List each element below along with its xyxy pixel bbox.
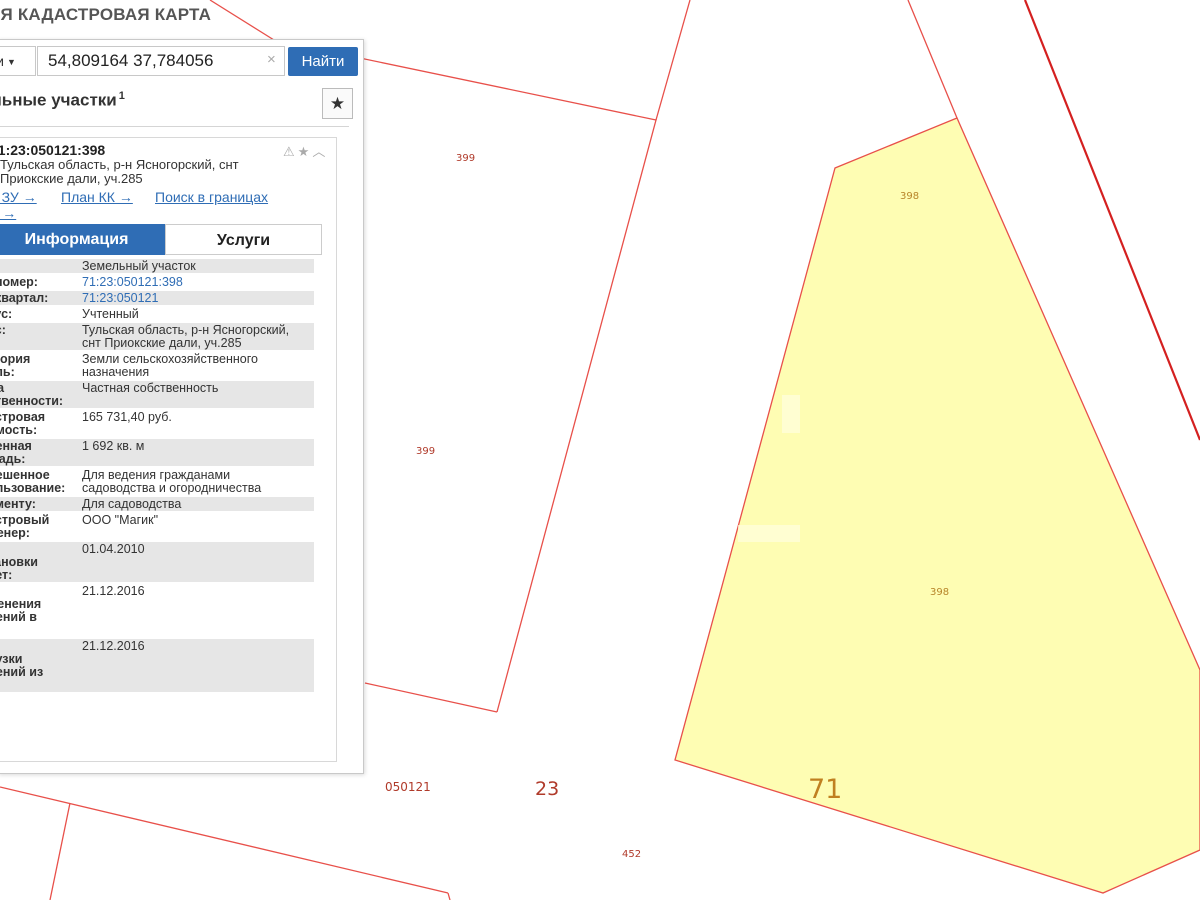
info-value: ООО "Магик" bbox=[82, 513, 159, 527]
info-table: :Земельный участок . номер: 71:23:050121:3… bbox=[0, 257, 314, 694]
tab-services[interactable]: Услуги bbox=[165, 224, 322, 255]
info-key: ма ственности: bbox=[0, 381, 82, 408]
section-title-text: льные участки bbox=[0, 90, 117, 110]
search-button[interactable]: Найти bbox=[288, 47, 358, 76]
info-key: астровая имость: bbox=[0, 410, 46, 437]
info-key: . квартал: bbox=[0, 291, 82, 305]
info-row: астровая имость: 165 731,40 руб. bbox=[0, 410, 314, 437]
info-row: решенное ользование: Для ведения граждана… bbox=[0, 468, 314, 495]
parcel-label: 398 bbox=[900, 191, 919, 202]
info-key: ненная щадь: bbox=[0, 439, 82, 466]
info-value: Для ведения гражданами садоводства и ого… bbox=[82, 468, 262, 495]
info-value: 1 692 кв. м bbox=[82, 439, 314, 466]
info-key: решенное ользование: bbox=[0, 468, 66, 495]
quarter-label: 050121 bbox=[385, 780, 431, 794]
section-count: 1 bbox=[118, 90, 125, 102]
parcel-label: 398 bbox=[930, 587, 949, 598]
info-key: а тановки чет: bbox=[0, 542, 82, 582]
info-panel: ки▼ × Найти льные участки1 ★ 71:23:05012… bbox=[0, 39, 364, 774]
info-key: астровый женер: bbox=[0, 513, 50, 540]
info-key: а менения дений в : bbox=[0, 597, 42, 624]
info-key: тус: bbox=[0, 307, 13, 321]
info-row: ес:Тульская область, р-н Ясногорский, сн… bbox=[0, 323, 314, 350]
card-actions: ⚠ ★ ︿ bbox=[283, 141, 328, 160]
info-value: Учтенный bbox=[82, 307, 139, 321]
info-key: а рузки дений из : bbox=[0, 639, 82, 692]
cadastral-number: 71:23:050121:398 bbox=[0, 142, 106, 158]
info-row: а рузки дений из :21.12.2016 bbox=[0, 639, 314, 692]
warning-icon[interactable]: ⚠ bbox=[283, 144, 295, 159]
object-link[interactable]: кта → bbox=[0, 205, 16, 221]
info-value: 165 731,40 руб. bbox=[82, 410, 172, 424]
parcel-boundary bbox=[209, 0, 275, 41]
selected-parcel-398[interactable] bbox=[674, 117, 1200, 894]
search-type-label: ки bbox=[0, 53, 4, 69]
parcel-card: 71:23:050121:398 ⚠ ★ ︿ Тульская область, р… bbox=[0, 137, 337, 762]
info-value: 01.04.2010 bbox=[82, 542, 314, 582]
search-bar: ки▼ × Найти bbox=[0, 46, 363, 78]
plan-zu-link[interactable]: н ЗУ → bbox=[0, 189, 37, 205]
parcel-label: 399 bbox=[456, 153, 475, 164]
info-row: астровый женер: ООО "Магик" bbox=[0, 513, 314, 540]
tab-bar: Информация Услуги bbox=[0, 224, 329, 255]
section-title: льные участки 1 bbox=[0, 90, 321, 111]
info-value: 21.12.2016 bbox=[82, 584, 145, 598]
info-key: . номер: bbox=[0, 275, 38, 289]
info-value: Тульская область, р-н Ясногорский, снт П… bbox=[82, 323, 314, 350]
info-value: Частная собственность bbox=[82, 381, 314, 408]
info-value-link[interactable]: 71:23:050121:398 bbox=[82, 275, 314, 289]
info-row: ма ственности:Частная собственность bbox=[0, 381, 314, 408]
parcel-boundary bbox=[655, 0, 691, 121]
tab-information[interactable]: Информация bbox=[0, 224, 165, 255]
parcel-address: Тульская область, р-н Ясногорский, снт П… bbox=[0, 157, 239, 186]
info-row: тус: Учтенный bbox=[0, 307, 314, 321]
parcel-boundary bbox=[49, 802, 71, 900]
info-key: : bbox=[0, 259, 82, 273]
info-row: а тановки чет:01.04.2010 bbox=[0, 542, 314, 582]
chevron-up-icon[interactable]: ︿ bbox=[312, 144, 325, 159]
plan-kk-link[interactable]: План КК → bbox=[61, 189, 133, 205]
district-label: 23 bbox=[535, 778, 559, 800]
parcel-boundary bbox=[447, 892, 451, 900]
info-link[interactable]: 71:23:050121 bbox=[82, 291, 158, 305]
info-row: ументу:Для садоводства bbox=[0, 497, 314, 511]
map-highlight bbox=[782, 395, 800, 433]
star-icon[interactable]: ★ bbox=[298, 144, 310, 159]
search-type-dropdown[interactable]: ки▼ bbox=[0, 46, 36, 76]
info-value: Земли сельскохозяйственного назначения bbox=[82, 352, 258, 379]
search-input[interactable] bbox=[37, 46, 285, 76]
map-highlight bbox=[738, 525, 800, 542]
info-value-link[interactable]: 71:23:050121 bbox=[82, 291, 314, 305]
info-row: а менения дений в : 21.12.2016 bbox=[0, 584, 314, 637]
info-row: егория ель: Земли сельскохозяйственного н… bbox=[0, 352, 314, 379]
info-value: 21.12.2016 bbox=[82, 639, 314, 692]
star-icon: ★ bbox=[329, 94, 346, 113]
info-key: ументу: bbox=[0, 497, 82, 511]
info-key: егория ель: bbox=[0, 352, 31, 379]
parcel-label: 452 bbox=[622, 849, 641, 860]
app-title: АЯ КАДАСТРОВАЯ КАРТА bbox=[0, 5, 212, 24]
info-row: :Земельный участок bbox=[0, 259, 314, 273]
info-link[interactable]: 71:23:050121:398 bbox=[82, 275, 183, 289]
info-row: . квартал:71:23:050121 bbox=[0, 291, 314, 305]
clear-icon[interactable]: × bbox=[267, 51, 276, 68]
info-row: . номер: 71:23:050121:398 bbox=[0, 275, 314, 289]
caret-down-icon: ▼ bbox=[6, 57, 16, 67]
divider bbox=[0, 126, 349, 127]
parcel-label: 399 bbox=[416, 446, 435, 457]
search-in-bounds-link[interactable]: Поиск в границах bbox=[155, 189, 268, 205]
favorites-button[interactable]: ★ bbox=[322, 88, 353, 119]
parcel-boundary bbox=[0, 786, 449, 894]
region-label: 71 bbox=[808, 774, 842, 805]
parcel-boundary bbox=[907, 0, 958, 119]
info-key: ес: bbox=[0, 323, 82, 350]
info-value: Для садоводства bbox=[82, 497, 314, 511]
info-value: Земельный участок bbox=[82, 259, 314, 273]
info-row: ненная щадь:1 692 кв. м bbox=[0, 439, 314, 466]
parcel-boundary bbox=[364, 682, 498, 713]
